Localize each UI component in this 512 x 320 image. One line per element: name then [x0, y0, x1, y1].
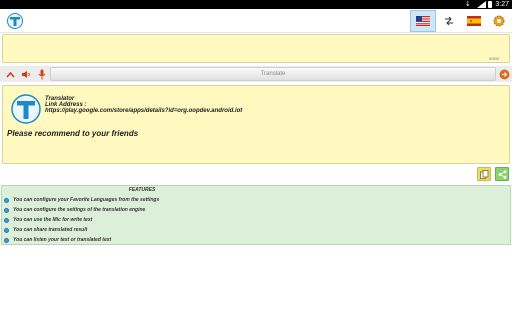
bullet-icon: [4, 237, 9, 243]
bullet-icon: [4, 197, 9, 203]
feature-item: You can configure the settings of the tr…: [4, 206, 145, 214]
source-language-button[interactable]: [410, 10, 436, 32]
target-language-button[interactable]: [461, 10, 487, 32]
go-translate-button[interactable]: [498, 67, 511, 81]
translate-go-icon: [499, 69, 510, 79]
settings-button[interactable]: [488, 10, 510, 32]
microphone-icon: [38, 69, 46, 79]
action-bar: Translate: [0, 66, 512, 82]
share-button[interactable]: [495, 167, 509, 181]
spain-flag-icon: [467, 16, 481, 26]
top-toolbar: [0, 9, 512, 33]
us-flag-icon: [416, 16, 430, 26]
app-logo-icon: [7, 13, 23, 29]
feature-item: You can use the Mic for write text: [4, 216, 92, 224]
recommend-text: Please recommend to your friends: [7, 129, 139, 138]
bullet-icon: [4, 207, 9, 213]
microphone-button[interactable]: [35, 67, 49, 81]
app-info: Translator Link Address : https://play.g…: [45, 96, 242, 114]
download-icon: ↓: [465, 0, 471, 8]
link-url[interactable]: https://play.google.com/store/apps/detai…: [45, 108, 242, 114]
speak-input-button[interactable]: [19, 67, 33, 81]
status-bar: ↓ 3:27: [0, 0, 512, 9]
features-panel: FEATURES You can configure your Favorite…: [1, 185, 511, 245]
swap-languages-button[interactable]: [438, 10, 460, 32]
swap-arrows-icon: [445, 16, 453, 26]
bullet-icon: [4, 217, 9, 223]
share-icon: [498, 169, 506, 179]
chevron-up-icon: [5, 71, 15, 78]
speaker-icon: [22, 70, 30, 78]
collapse-button[interactable]: [3, 67, 17, 81]
source-text-input[interactable]: 0/500: [2, 34, 510, 63]
feature-item: You can listen your text or translated t…: [4, 236, 111, 244]
character-counter: 0/500: [488, 56, 499, 61]
translator-logo-icon: [11, 94, 41, 124]
gear-icon: [493, 15, 505, 27]
copy-icon: [479, 169, 488, 179]
signal-icon: [477, 1, 486, 8]
copy-button[interactable]: [477, 167, 491, 181]
battery-icon: [488, 1, 492, 8]
bullet-icon: [4, 227, 9, 233]
feature-item: You can configure your Favorite Language…: [4, 196, 159, 204]
status-time: 3:27: [495, 1, 509, 8]
translation-output: Translator Link Address : https://play.g…: [2, 85, 510, 164]
feature-item: You can share translated result: [4, 226, 87, 234]
translate-button[interactable]: Translate: [50, 67, 496, 81]
features-title: FEATURES: [128, 187, 156, 193]
